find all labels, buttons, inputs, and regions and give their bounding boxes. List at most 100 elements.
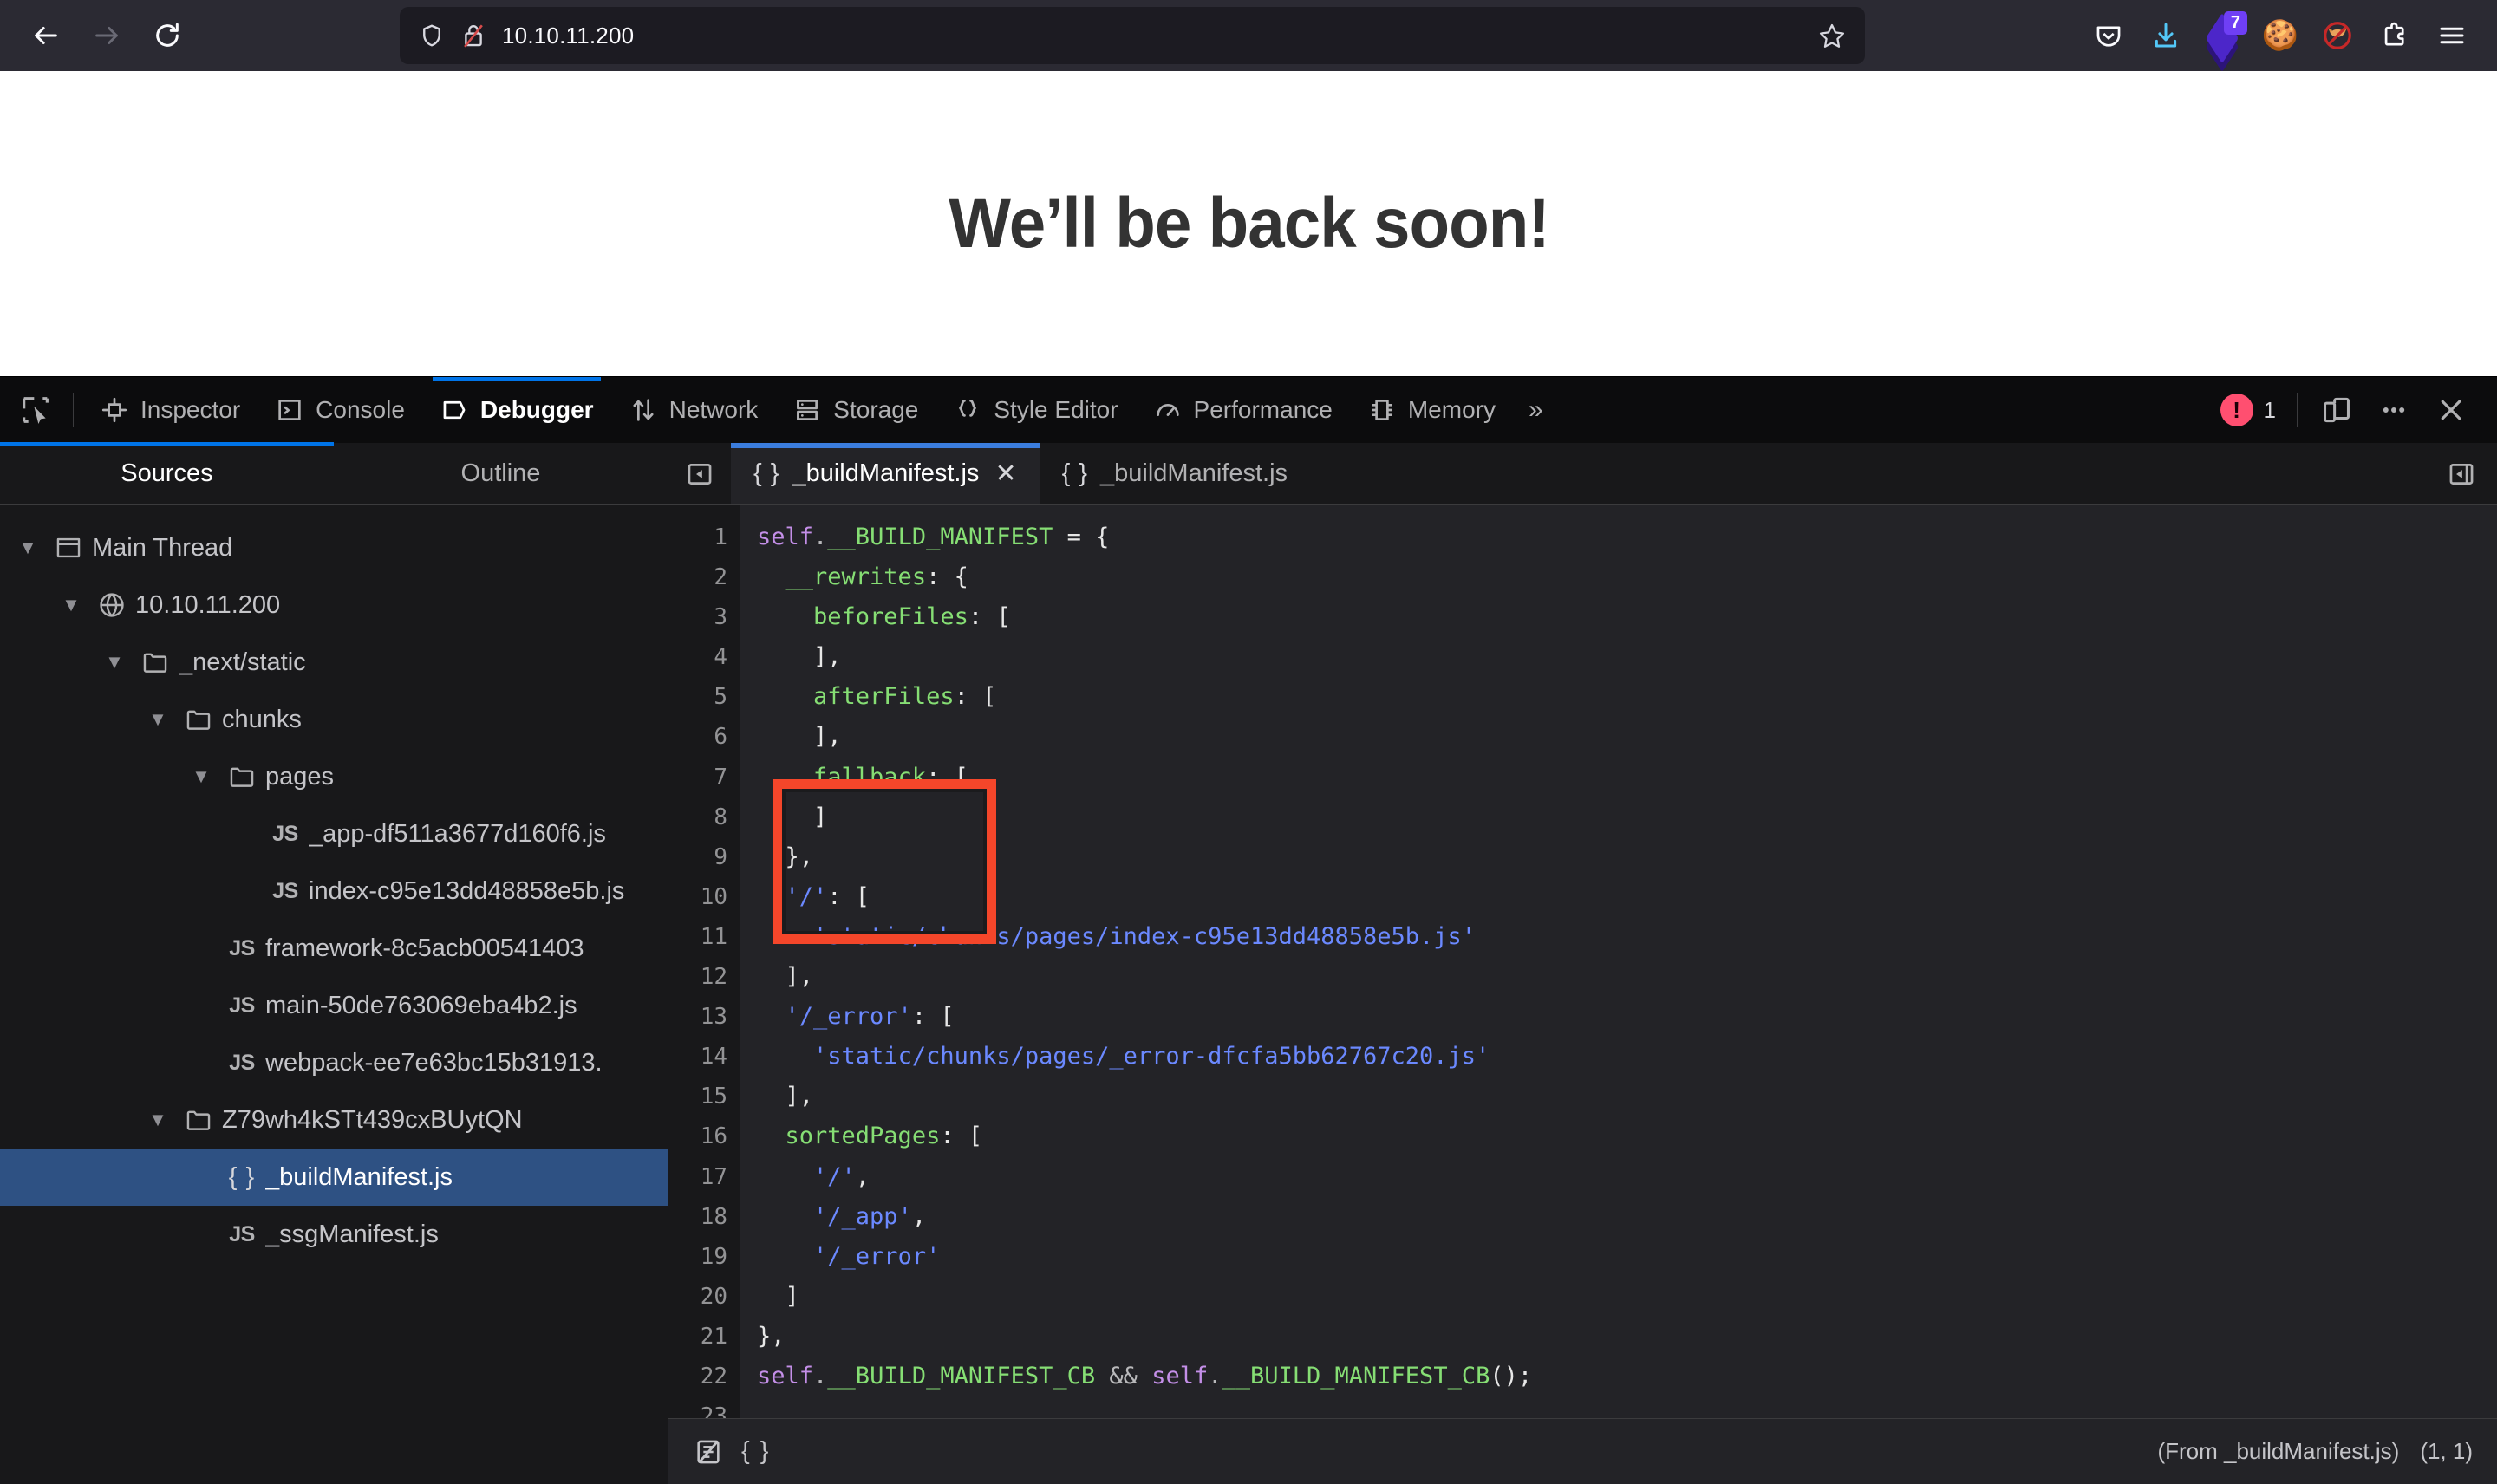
line-number: 19 [700,1243,727,1270]
tree-twisty-icon[interactable]: ▼ [140,1109,175,1131]
star-icon[interactable] [1818,22,1846,49]
code-line: ], [757,717,2497,757]
url-bar[interactable]: 10.10.11.200 [400,7,1865,64]
code-token: 'static/chunks/pages/_error-dfcfa5bb6276… [813,1043,1490,1071]
tree-twisty-icon[interactable]: ▼ [97,651,132,674]
line-number: 6 [714,724,727,751]
urlbar-container: 10.10.11.200 [194,7,2070,64]
sidebar-tab-outline[interactable]: Outline [334,443,668,504]
devtools-tab-debugger[interactable]: Debugger [422,377,611,443]
line-number: 10 [700,883,727,910]
error-count-badge[interactable]: ! 1 [2212,394,2285,426]
devtools-panel: Inspector Console Debugger Network Storage St… [0,376,2497,1484]
tree-item-row[interactable]: ▼JSindex-c95e13dd48858e5b.js [0,862,668,920]
line-number: 15 [700,1084,727,1110]
editor-tab[interactable]: { } _buildManifest.js ✕ [731,443,1040,504]
inspector-icon [100,395,129,425]
brace-icon: { } [753,459,780,487]
editor-tab-close-icon[interactable]: ✕ [994,459,1016,489]
browser-toolbar: 10.10.11.200 7 🍪 [0,0,2497,73]
cookie-icon[interactable]: 🍪 [2254,10,2306,62]
line-number: 7 [714,764,727,791]
shield-icon[interactable] [419,23,445,49]
close-devtools-icon[interactable] [2424,384,2478,436]
tree-folder-row[interactable]: ▼ _next/static [0,634,668,691]
layers-badge-icon[interactable]: 7 [2197,10,2249,73]
line-number: 18 [700,1203,727,1230]
devtools-tab-inspector[interactable]: Inspector [82,377,258,443]
devtools-tab-label: Memory [1407,396,1496,423]
source-map-disabled-icon[interactable] [684,1428,733,1476]
extensions-icon[interactable] [2369,10,2421,62]
editor-tab-bar: { } _buildManifest.js ✕ { } _buildManifest.j… [668,443,2497,505]
code-token: . [813,524,828,550]
code-line: '/_app', [757,1197,2497,1237]
tree-item-row[interactable]: ▼{ }_buildManifest.js [0,1149,668,1206]
code-token: '/' [813,1162,856,1190]
devtools-tab-console[interactable]: Console [258,377,422,443]
downloads-icon[interactable] [2140,10,2192,62]
devtools-tab-label: Network [668,396,759,423]
editor-status-bar: { } (From _buildManifest.js) (1, 1) [668,1418,2497,1484]
devtools-tab-storage[interactable]: Storage [775,377,936,443]
pocket-icon[interactable] [2083,10,2135,62]
status-right: (From _buildManifest.js) (1, 1) [2157,1438,2481,1465]
tree-folder-row[interactable]: ▼ Z79wh4kSTt439cxBUytQN [0,1091,668,1149]
code-line: '/_error': [ [757,997,2497,1037]
devtools-tab-memory[interactable]: Memory [1350,377,1513,443]
reload-button[interactable] [140,9,194,62]
tree-twisty-icon[interactable]: ▼ [140,708,175,731]
tree-folder-row[interactable]: ▼ chunks [0,691,668,748]
editor-tab[interactable]: { } _buildManifest.js [1040,443,1310,504]
code-token: '/_error' [785,1003,912,1031]
tree-item-row[interactable]: ▼ 10.10.11.200 [0,576,668,634]
tree-item-row[interactable]: ▼ Main Thread [0,519,668,576]
code-line: ] [757,797,2497,837]
devtools-tab-network[interactable]: Network [611,377,776,443]
tree-twisty-icon[interactable]: ▼ [10,537,45,559]
tabs-overflow-chevron-icon[interactable]: » [1513,395,1559,425]
collapse-sidebar-icon[interactable] [668,443,731,504]
tree-twisty-icon[interactable]: ▼ [184,765,218,788]
code-token: __rewrites [785,563,927,591]
devtools-tab-performance[interactable]: Performance [1136,377,1350,443]
devtools-tab-label: Performance [1193,396,1333,423]
expand-panel-icon[interactable] [2426,443,2497,504]
code-token: : [ [827,882,870,910]
no-fox-icon[interactable] [2311,10,2363,62]
element-picker-icon[interactable] [7,384,64,436]
line-number: 3 [714,604,727,631]
line-number: 14 [700,1044,727,1071]
window-icon [45,533,92,563]
app-menu-icon[interactable] [2426,10,2478,62]
url-text[interactable]: 10.10.11.200 [502,23,1803,49]
tree-item-row[interactable]: ▼JSmain-50de763069eba4b2.js [0,977,668,1034]
code-line: '/', [757,1157,2497,1197]
responsive-design-mode-icon[interactable] [2310,384,2363,436]
code-line: self.__BUILD_MANIFEST_CB && self.__BUILD… [757,1357,2497,1396]
insecure-lock-icon[interactable] [460,22,486,49]
source-code[interactable]: self.__BUILD_MANIFEST = { __rewrites: { … [740,505,2497,1418]
tree-item-row[interactable]: ▼JS_app-df511a3677d160f6.js [0,805,668,862]
tree-item-row[interactable]: ▼JSwebpack-ee7e63bc15b31913. [0,1034,668,1091]
back-button[interactable] [19,9,73,62]
pretty-print-icon[interactable]: { } [741,1437,770,1466]
line-number: 17 [700,1163,727,1190]
tree-item-row[interactable]: ▼JS_ssgManifest.js [0,1206,668,1263]
editor-scroll-area[interactable]: 1 2 3 4 5 6 7 8 9 10 11 12 13 14 15 16 17 18 19 20 21 22 23 se… [668,505,2497,1418]
code-token: self [757,524,814,550]
code-token: }, [757,1322,786,1350]
sidebar-tab-sources[interactable]: Sources [0,442,334,504]
js-icon: JS [229,935,255,960]
tree-twisty-icon[interactable]: ▼ [54,594,88,616]
more-options-icon[interactable] [2367,384,2421,436]
line-number: 2 [714,564,727,591]
tree-item-row[interactable]: ▼JSframework-8c5acb00541403 [0,920,668,977]
code-token: beforeFiles [813,603,968,631]
forward-button[interactable] [80,9,134,62]
devtools-tab-style-editor[interactable]: Style Editor [936,377,1135,443]
tree-folder-row[interactable]: ▼ pages [0,748,668,805]
